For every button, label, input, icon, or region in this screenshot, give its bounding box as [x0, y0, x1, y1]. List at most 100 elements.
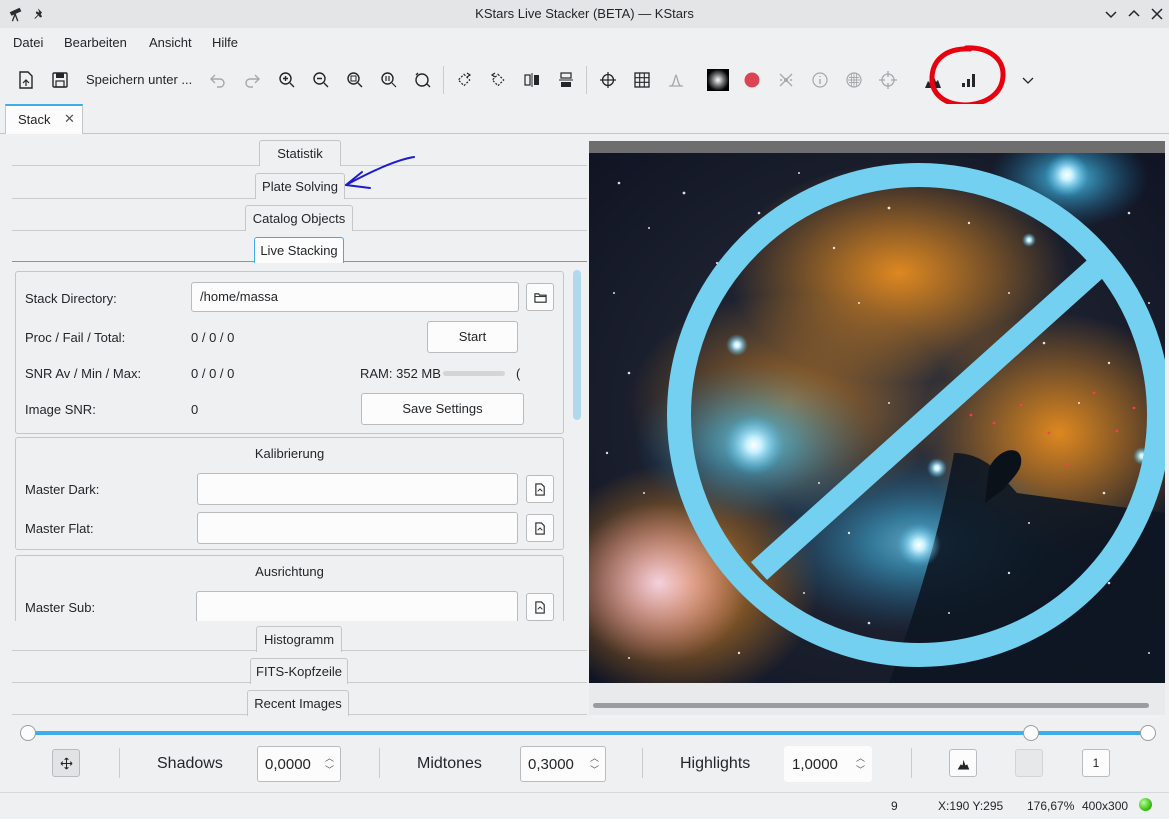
snr-label: SNR Av / Min / Max:	[25, 366, 142, 381]
stretch-image-icon[interactable]	[706, 68, 730, 92]
highlights-spinbox[interactable]: 1,0000 ︿ ﹀	[784, 746, 872, 782]
save-icon[interactable]	[48, 68, 72, 92]
close-button[interactable]	[1147, 4, 1167, 24]
menu-view[interactable]: Ansicht	[149, 35, 192, 50]
shadows-spinbox[interactable]: 0,0000 ︿ ﹀	[257, 746, 341, 782]
window-title: KStars Live Stacker (BETA) — KStars	[475, 6, 694, 21]
astro-image[interactable]	[589, 141, 1165, 703]
spin-arrows-icon[interactable]: ︿ ﹀	[325, 752, 334, 776]
tab-live-stacking[interactable]: Live Stacking	[254, 237, 344, 263]
browse-master-sub-button[interactable]	[526, 593, 554, 621]
master-dark-label: Master Dark:	[25, 482, 100, 497]
zoom-reset-icon[interactable]	[411, 68, 435, 92]
rotate-ccw-icon[interactable]	[486, 68, 510, 92]
crosshair-icon[interactable]	[596, 68, 620, 92]
spin-arrows-icon[interactable]: ︿ ﹀	[856, 752, 865, 776]
close-tab-icon[interactable]: ✕	[64, 111, 75, 127]
shadows-value: 0,0000	[265, 756, 311, 773]
snr-value: 0 / 0 / 0	[191, 366, 235, 381]
record-icon[interactable]	[740, 68, 764, 92]
toolbar-separator	[443, 66, 444, 94]
mosaic-icon[interactable]	[842, 68, 866, 92]
flip-horizontal-icon[interactable]	[520, 68, 544, 92]
separator	[911, 748, 912, 778]
menu-file[interactable]: Datei	[13, 35, 43, 50]
side-panel: Statistik Plate Solving Catalog Objects …	[5, 134, 587, 716]
midtones-spinbox[interactable]: 0,3000 ︿ ﹀	[520, 746, 606, 782]
separator	[642, 748, 643, 778]
status-zoom: 176,67%	[1027, 799, 1075, 813]
menu-edit[interactable]: Bearbeiten	[64, 35, 127, 50]
file-open-icon	[534, 482, 545, 496]
tab-catalog-objects[interactable]: Catalog Objects	[245, 205, 353, 231]
maximize-button[interactable]	[1124, 4, 1144, 24]
annotation-arrow	[345, 156, 415, 189]
stack-directory-label: Stack Directory:	[25, 291, 117, 306]
tab-histogram[interactable]: Histogramm	[256, 626, 342, 652]
master-sub-label: Master Sub:	[25, 600, 96, 615]
ram-label: RAM: 352 MB	[360, 366, 441, 381]
tab-fits-header[interactable]: FITS-Kopfzeile	[250, 658, 348, 684]
save-as-button[interactable]: Speichern unter ...	[86, 72, 192, 87]
info-icon[interactable]	[808, 68, 832, 92]
proc-value: 0 / 0 / 0	[191, 330, 235, 345]
star-profile-icon[interactable]	[664, 68, 688, 92]
move-tool-button[interactable]	[52, 749, 80, 777]
flip-vertical-icon[interactable]	[554, 68, 578, 92]
horizontal-scrollbar[interactable]	[593, 703, 1149, 708]
more-tools-chevron-icon[interactable]	[1016, 68, 1040, 92]
alignment-group: Ausrichtung Master Sub:	[15, 555, 564, 621]
master-flat-field[interactable]	[197, 512, 518, 544]
master-sub-field[interactable]	[196, 591, 518, 621]
tab-statistics[interactable]: Statistik	[259, 140, 341, 166]
hide-stars-icon[interactable]	[774, 68, 798, 92]
disabled-button[interactable]	[1015, 749, 1043, 777]
vertical-scrollbar[interactable]	[573, 270, 581, 420]
master-dark-field[interactable]	[197, 473, 518, 505]
image-view[interactable]	[589, 141, 1165, 715]
image-bottom-area	[589, 683, 1165, 715]
browse-master-flat-button[interactable]	[526, 514, 554, 542]
move-icon	[60, 757, 72, 769]
status-coords: X:190 Y:295	[938, 799, 1004, 813]
grid-icon[interactable]	[630, 68, 654, 92]
live-stacking-panel: Stack Directory: /home/massa Proc / Fail…	[13, 271, 565, 621]
slider-track[interactable]	[22, 731, 1149, 735]
save-settings-button[interactable]: Save Settings	[361, 393, 524, 425]
tab-stack[interactable]: Stack ✕	[5, 104, 83, 134]
browse-master-dark-button[interactable]	[526, 475, 554, 503]
shadows-label: Shadows	[157, 755, 223, 772]
minimize-button[interactable]	[1101, 4, 1121, 24]
zoom-in-icon[interactable]	[275, 68, 299, 92]
zoom-original-icon[interactable]	[377, 68, 401, 92]
highlights-value: 1,0000	[792, 756, 838, 773]
undo-icon[interactable]	[206, 68, 230, 92]
stack-directory-field[interactable]: /home/massa	[191, 282, 519, 312]
open-file-icon[interactable]	[14, 68, 38, 92]
master-flat-label: Master Flat:	[25, 521, 94, 536]
toolbar-separator	[586, 66, 587, 94]
spin-arrows-icon[interactable]: ︿ ﹀	[590, 752, 599, 776]
rotate-cw-icon[interactable]	[452, 68, 476, 92]
highlights-label: Highlights	[680, 755, 751, 772]
start-button[interactable]: Start	[427, 321, 518, 353]
image-top-margin	[589, 141, 1165, 153]
target-icon[interactable]	[876, 68, 900, 92]
main-toolbar: Speichern unter ...	[0, 45, 1169, 108]
zoom-out-icon[interactable]	[309, 68, 333, 92]
tab-plate-solving[interactable]: Plate Solving	[255, 173, 345, 199]
zoom-fit-icon[interactable]	[343, 68, 367, 92]
alignment-title: Ausrichtung	[255, 564, 324, 579]
browse-directory-button[interactable]	[526, 283, 554, 311]
midtones-handle[interactable]	[1023, 725, 1039, 741]
tab-recent-images[interactable]: Recent Images	[247, 690, 349, 716]
highlights-handle[interactable]	[1140, 725, 1156, 741]
menu-help[interactable]: Hilfe	[212, 35, 238, 50]
shadows-handle[interactable]	[20, 725, 36, 741]
live-stack-group: Stack Directory: /home/massa Proc / Fail…	[15, 271, 564, 434]
status-bar: 9 X:190 Y:295 176,67% 400x300	[0, 792, 1169, 819]
redo-icon[interactable]	[240, 68, 264, 92]
ram-suffix: (	[516, 366, 521, 381]
auto-stretch-button[interactable]	[949, 749, 977, 777]
number-button[interactable]: 1	[1082, 749, 1110, 777]
